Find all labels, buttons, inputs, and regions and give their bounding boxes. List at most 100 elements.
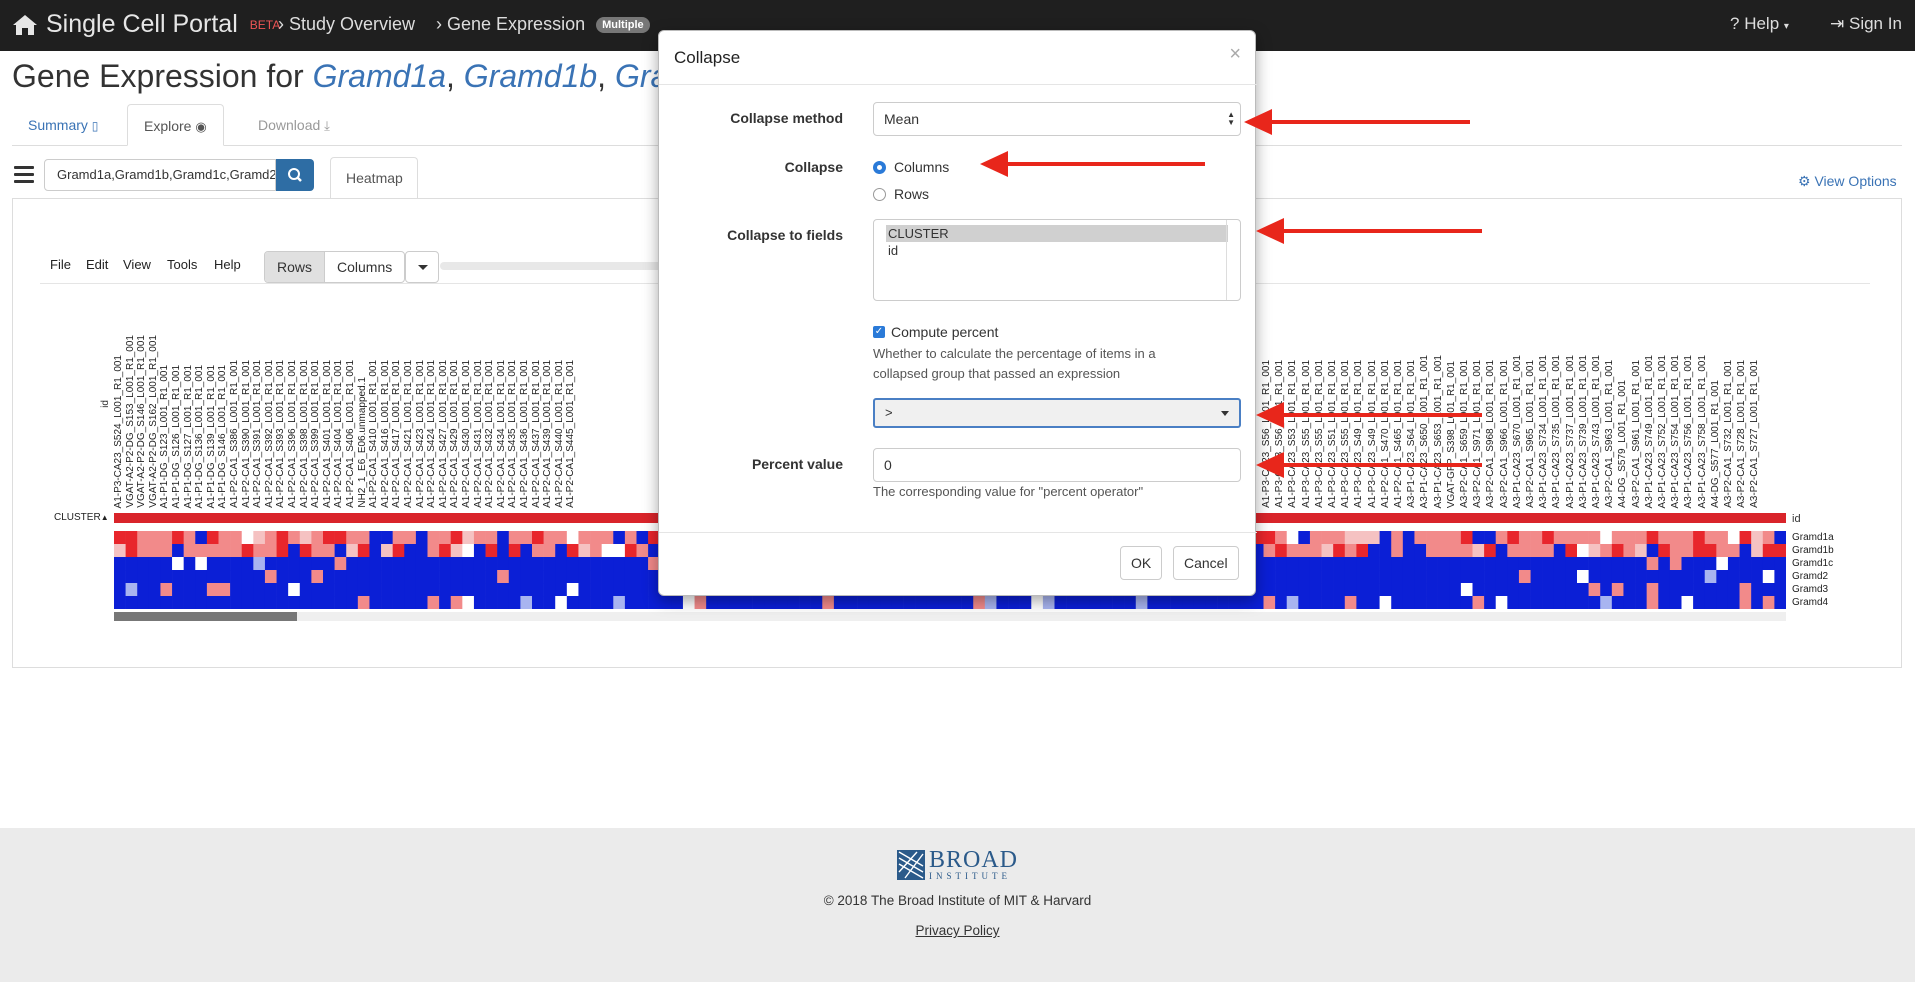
heatmap-cell[interactable] xyxy=(1495,557,1508,571)
heatmap-cell[interactable] xyxy=(299,570,312,584)
heatmap-cell[interactable] xyxy=(590,531,602,545)
heatmap-cell[interactable] xyxy=(439,570,452,584)
heatmap-cell[interactable] xyxy=(1507,596,1520,609)
heatmap-cell[interactable] xyxy=(125,544,138,558)
column-label[interactable]: A1-P1-DG_S123_L001_R1_001 xyxy=(159,365,170,508)
column-label[interactable]: A1-P3-CA23_S524_L001_R1_001 xyxy=(114,355,124,508)
heatmap-cell[interactable] xyxy=(1333,557,1346,571)
heatmap-cell[interactable] xyxy=(230,596,243,609)
column-label[interactable]: VGAT-GFP_S398_L001_R1_001 xyxy=(1446,361,1457,508)
heatmap-cell[interactable] xyxy=(497,557,510,571)
heatmap-cell[interactable] xyxy=(1553,583,1566,597)
heatmap-cell[interactable] xyxy=(137,544,150,558)
heatmap-cell[interactable] xyxy=(381,570,393,584)
heatmap-cell[interactable] xyxy=(160,596,173,609)
heatmap-cell[interactable] xyxy=(462,570,475,584)
heatmap-cell[interactable] xyxy=(1669,544,1682,558)
heatmap-cell[interactable] xyxy=(485,596,498,609)
column-label[interactable]: A1-P1-DG_S139_L001_R1_001 xyxy=(206,365,217,508)
heatmap-cell[interactable] xyxy=(125,570,138,584)
heatmap-cell[interactable] xyxy=(1518,557,1531,571)
heatmap-cell[interactable] xyxy=(1542,531,1555,545)
heatmap-cell[interactable] xyxy=(555,544,568,558)
heatmap-cell[interactable] xyxy=(1402,531,1415,545)
heatmap-cell[interactable] xyxy=(590,570,602,584)
heatmap-cell[interactable] xyxy=(172,544,184,558)
heatmap-cell[interactable] xyxy=(624,570,637,584)
heatmap-cell[interactable] xyxy=(137,583,150,597)
heatmap-cell[interactable] xyxy=(160,544,173,558)
heatmap-cell[interactable] xyxy=(288,583,301,597)
heatmap-cell[interactable] xyxy=(183,544,196,558)
heatmap-cell[interactable] xyxy=(195,544,208,558)
column-label[interactable]: A1-P2-CA1_S423_L001_R1_001 xyxy=(415,360,426,508)
column-label[interactable]: NH2_1_E6_E06.unmapped.1 xyxy=(357,377,368,508)
column-label[interactable]: A1-P2-CA1_S437_L001_R1_001 xyxy=(531,360,542,508)
heatmap-cell[interactable] xyxy=(1553,557,1566,571)
ok-button[interactable]: OK xyxy=(1120,546,1163,580)
heatmap-cell[interactable] xyxy=(1391,544,1404,558)
heatmap-cell[interactable] xyxy=(532,583,544,597)
heatmap-cell[interactable] xyxy=(578,583,591,597)
heatmap-cell[interactable] xyxy=(1623,557,1636,571)
column-label[interactable]: A3-P2-CA1_S963_L001_R1_001 xyxy=(1604,360,1615,508)
cluster-annotation-label[interactable]: CLUSTER▲ xyxy=(54,512,109,523)
heatmap-cell[interactable] xyxy=(1646,583,1659,597)
heatmap-cell[interactable] xyxy=(566,557,579,571)
heatmap-cell[interactable] xyxy=(1518,531,1531,545)
tab-download[interactable]: Download ⤓ xyxy=(242,104,346,146)
heatmap-cell[interactable] xyxy=(1449,544,1462,558)
heatmap-cell[interactable] xyxy=(601,544,614,558)
heatmap-cell[interactable] xyxy=(1333,544,1346,558)
heatmap-cell[interactable] xyxy=(1159,596,1171,609)
percent-value-input[interactable]: 0 xyxy=(873,448,1241,482)
heatmap-cell[interactable] xyxy=(636,570,649,584)
heatmap-cell[interactable] xyxy=(299,583,312,597)
heatmap-cell[interactable] xyxy=(520,531,533,545)
heatmap-cell[interactable] xyxy=(404,570,417,584)
column-label[interactable]: A1-P3-CA23_S55_L001_R1_001 xyxy=(1314,360,1325,508)
heatmap-cell[interactable] xyxy=(1739,596,1752,609)
row-label[interactable]: Gramd1b xyxy=(1792,545,1834,556)
heatmap-cell[interactable] xyxy=(334,544,347,558)
heatmap-cell[interactable] xyxy=(415,583,428,597)
heatmap-cell[interactable] xyxy=(334,531,347,545)
heatmap-cell[interactable] xyxy=(323,596,335,609)
heatmap-cell[interactable] xyxy=(299,544,312,558)
heatmap-cell[interactable] xyxy=(1635,531,1647,545)
heatmap-cell[interactable] xyxy=(1344,531,1357,545)
heatmap-cell[interactable] xyxy=(415,531,428,545)
heatmap-cell[interactable] xyxy=(624,531,637,545)
heatmap-cell[interactable] xyxy=(1124,596,1137,609)
heatmap-cell[interactable] xyxy=(1542,557,1555,571)
heatmap-cell[interactable] xyxy=(1588,570,1601,584)
heatmap-cell[interactable] xyxy=(1321,583,1334,597)
heatmap-cell[interactable] xyxy=(1042,596,1055,609)
heatmap-cell[interactable] xyxy=(346,557,359,571)
heatmap-cell[interactable] xyxy=(1205,596,1218,609)
heatmap-cell[interactable] xyxy=(241,596,254,609)
heatmap-cell[interactable] xyxy=(1646,544,1659,558)
heatmap-cell[interactable] xyxy=(195,557,208,571)
heatmap-cell[interactable] xyxy=(369,544,382,558)
heatmap-cell[interactable] xyxy=(1774,596,1786,609)
heatmap-cell[interactable] xyxy=(1298,596,1311,609)
heatmap-cell[interactable] xyxy=(1518,544,1531,558)
heatmap-cell[interactable] xyxy=(1379,570,1392,584)
field-option-id[interactable]: id xyxy=(886,242,1228,259)
heatmap-cell[interactable] xyxy=(1414,531,1427,545)
heatmap-cell[interactable] xyxy=(857,596,870,609)
heatmap-cell[interactable] xyxy=(1414,596,1427,609)
heatmap-cell[interactable] xyxy=(1228,596,1241,609)
heatmap-cell[interactable] xyxy=(624,544,637,558)
heatmap-cell[interactable] xyxy=(636,531,649,545)
heatmap-cell[interactable] xyxy=(1542,583,1555,597)
heatmap-cell[interactable] xyxy=(1193,596,1206,609)
row-label[interactable]: Gramd3 xyxy=(1792,584,1828,595)
column-label[interactable]: A3-P2-CA1_S732_L001_R1_001 xyxy=(1723,360,1734,508)
heatmap-cell[interactable] xyxy=(381,557,393,571)
heatmap-cell[interactable] xyxy=(880,596,893,609)
heatmap-cell[interactable] xyxy=(938,596,951,609)
heatmap-cell[interactable] xyxy=(1716,544,1729,558)
heatmap-cell[interactable] xyxy=(114,596,126,609)
